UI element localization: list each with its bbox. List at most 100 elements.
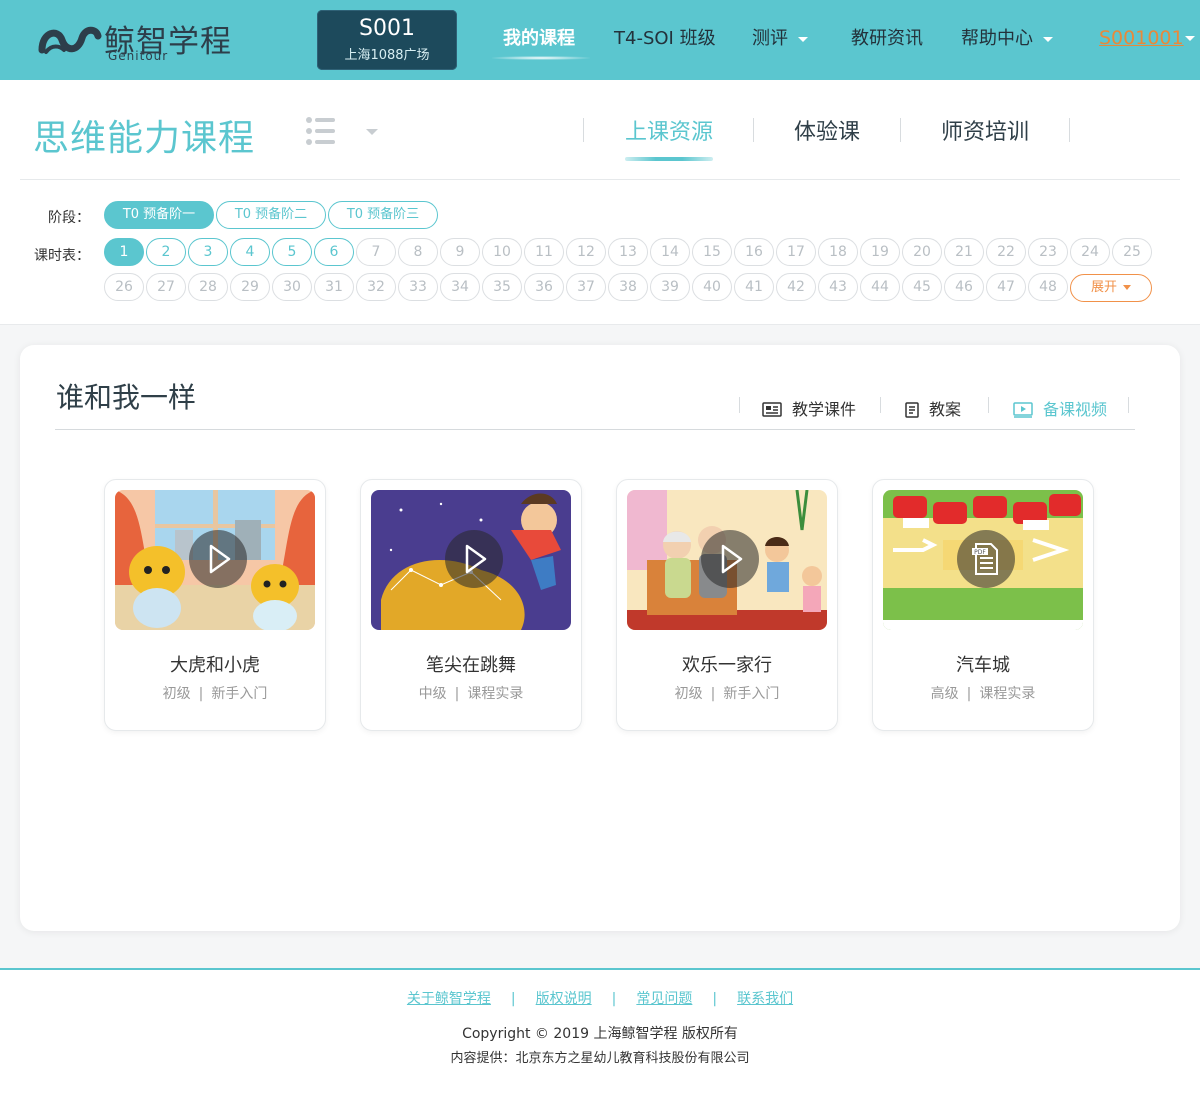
lesson-button[interactable]: 42 [776, 273, 816, 301]
lesson-button[interactable]: 17 [776, 238, 816, 266]
card-title: 笔尖在跳舞 [426, 655, 516, 676]
card-meta: 高级 | 课程实录 [873, 683, 1093, 703]
stage-button-2[interactable]: T0 预备阶二 [216, 201, 326, 229]
lesson-button[interactable]: 46 [944, 273, 984, 301]
nav-label: 帮助中心 [961, 28, 1033, 49]
lesson-button[interactable]: 4 [230, 238, 270, 266]
expand-button[interactable]: 展开 [1070, 274, 1152, 302]
lesson-button[interactable]: 24 [1070, 238, 1110, 266]
lesson-button[interactable]: 19 [860, 238, 900, 266]
lesson-button[interactable]: 16 [734, 238, 774, 266]
lesson-button[interactable]: 37 [566, 273, 606, 301]
resource-divider [1128, 397, 1129, 413]
nav-assessment[interactable]: 测评 [752, 0, 808, 80]
lesson-button[interactable]: 41 [734, 273, 774, 301]
card-level: 高级 [930, 686, 959, 702]
lesson-button[interactable]: 13 [608, 238, 648, 266]
resource-card[interactable]: 笔尖在跳舞 中级 | 课程实录 [360, 479, 582, 731]
footer-link-faq[interactable]: 常见问题 [636, 991, 692, 1007]
lesson-button[interactable]: 10 [482, 238, 522, 266]
lesson-button[interactable]: 47 [986, 273, 1026, 301]
user-account-link[interactable]: S001001 [1099, 0, 1184, 76]
card-tag: 课程实录 [979, 686, 1036, 702]
resource-divider [880, 397, 881, 413]
lesson-button[interactable]: 18 [818, 238, 858, 266]
nav-research-news[interactable]: 教研资讯 [851, 0, 923, 80]
lesson-button[interactable]: 36 [524, 273, 564, 301]
nav-help-center[interactable]: 帮助中心 [961, 0, 1053, 80]
lesson-button[interactable]: 26 [104, 273, 144, 301]
lesson-button[interactable]: 8 [398, 238, 438, 266]
lesson-button[interactable]: 1 [104, 238, 144, 266]
thumbnail-constellation [371, 490, 571, 630]
card-title: 汽车城 [956, 655, 1010, 676]
nav-class[interactable]: T4-SOI 班级 [614, 0, 716, 80]
play-icon[interactable] [445, 530, 503, 588]
thumbnail-tigers [115, 490, 315, 630]
footer-separator: | [712, 991, 718, 1007]
lesson-button[interactable]: 6 [314, 238, 354, 266]
resource-courseware[interactable]: 教学课件 [762, 396, 856, 420]
lesson-button[interactable]: 14 [650, 238, 690, 266]
pdf-icon[interactable]: PDF [957, 530, 1015, 588]
lesson-button[interactable]: 20 [902, 238, 942, 266]
lesson-button[interactable]: 31 [314, 273, 354, 301]
tab-class-resources[interactable]: 上课资源 [625, 114, 713, 146]
top-navigation-bar: 鲸智学程 Genitour S001 上海1088广场 我的课程 T4-SOI … [0, 0, 1200, 80]
nav-my-courses[interactable]: 我的课程 [503, 0, 575, 80]
lesson-button[interactable]: 43 [818, 273, 858, 301]
lesson-button[interactable]: 2 [146, 238, 186, 266]
resource-lesson-plan[interactable]: 教案 [905, 396, 961, 420]
lesson-button[interactable]: 15 [692, 238, 732, 266]
lesson-button[interactable]: 40 [692, 273, 732, 301]
lesson-button[interactable]: 12 [566, 238, 606, 266]
lesson-button[interactable]: 29 [230, 273, 270, 301]
logo[interactable]: 鲸智学程 Genitour [38, 16, 238, 64]
resource-card[interactable]: PDF 汽车城 高级 | 课程实录 [872, 479, 1094, 731]
lesson-button[interactable]: 22 [986, 238, 1026, 266]
footer-link-copyright[interactable]: 版权说明 [536, 991, 592, 1007]
resource-card[interactable]: 大虎和小虎 初级 | 新手入门 [104, 479, 326, 731]
footer-divider [0, 968, 1200, 970]
footer-link-contact[interactable]: 联系我们 [737, 991, 793, 1007]
chevron-down-icon [798, 36, 808, 42]
play-icon[interactable] [189, 530, 247, 588]
footer-link-about[interactable]: 关于鲸智学程 [407, 991, 491, 1007]
lesson-button[interactable]: 38 [608, 273, 648, 301]
svg-text:PDF: PDF [974, 549, 986, 556]
lesson-button[interactable]: 23 [1028, 238, 1068, 266]
lesson-button[interactable]: 34 [440, 273, 480, 301]
lesson-button[interactable]: 48 [1028, 273, 1068, 301]
list-icon[interactable] [305, 116, 337, 150]
chevron-down-icon[interactable] [1185, 36, 1195, 41]
stage-button-1[interactable]: T0 预备阶一 [104, 201, 214, 229]
tab-divider [753, 118, 754, 142]
tab-trial-class[interactable]: 体验课 [794, 114, 860, 146]
lesson-button[interactable]: 35 [482, 273, 522, 301]
lesson-button[interactable]: 33 [398, 273, 438, 301]
lesson-button[interactable]: 5 [272, 238, 312, 266]
lesson-button[interactable]: 21 [944, 238, 984, 266]
lesson-button[interactable]: 27 [146, 273, 186, 301]
resource-label: 教学课件 [792, 400, 857, 419]
lesson-button[interactable]: 30 [272, 273, 312, 301]
tab-teacher-training[interactable]: 师资培训 [941, 114, 1029, 146]
lesson-button[interactable]: 9 [440, 238, 480, 266]
lesson-button[interactable]: 3 [188, 238, 228, 266]
lesson-button[interactable]: 39 [650, 273, 690, 301]
lesson-button[interactable]: 32 [356, 273, 396, 301]
school-selector[interactable]: S001 上海1088广场 [317, 10, 457, 70]
lesson-button[interactable]: 45 [902, 273, 942, 301]
resource-card[interactable]: 欢乐一家行 初级 | 新手入门 [616, 479, 838, 731]
resource-prep-video[interactable]: 备课视频 [1013, 396, 1107, 420]
lesson-button[interactable]: 11 [524, 238, 564, 266]
card-tag: 新手入门 [723, 686, 780, 702]
lesson-button[interactable]: 25 [1112, 238, 1152, 266]
stage-button-3[interactable]: T0 预备阶三 [328, 201, 438, 229]
lesson-button[interactable]: 28 [188, 273, 228, 301]
card-meta: 初级 | 新手入门 [617, 683, 837, 703]
lesson-button[interactable]: 44 [860, 273, 900, 301]
play-icon[interactable] [701, 530, 759, 588]
lesson-button[interactable]: 7 [356, 238, 396, 266]
chevron-down-icon[interactable] [366, 129, 378, 135]
